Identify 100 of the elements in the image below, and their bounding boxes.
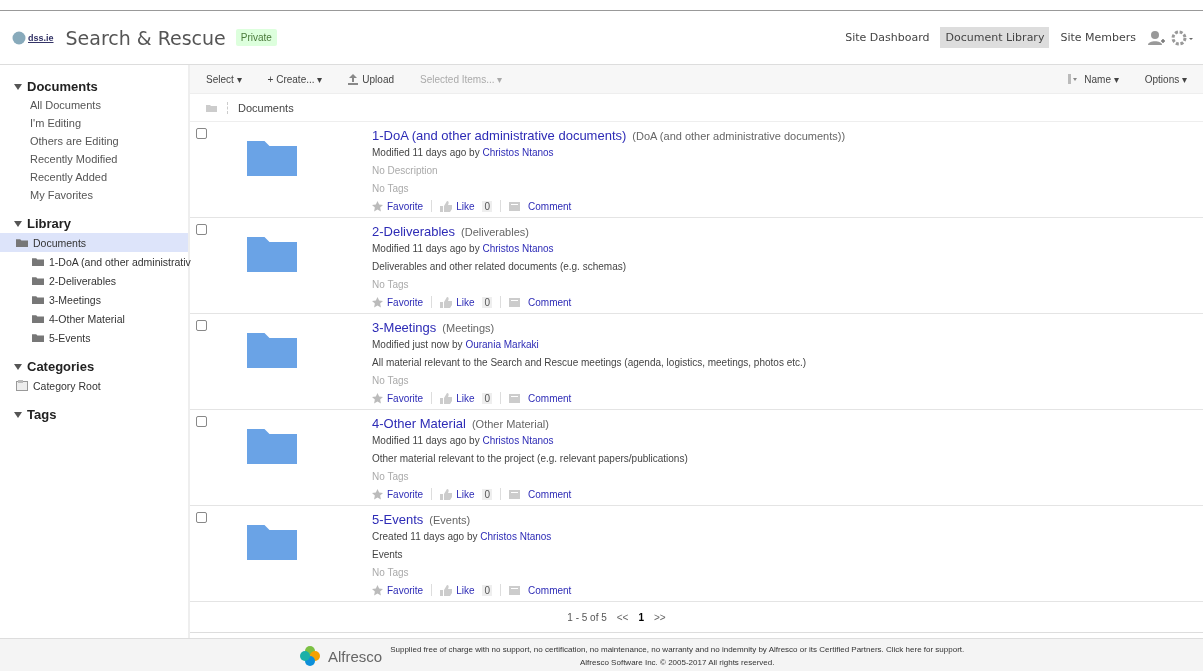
favorite-link[interactable]: Favorite [387, 488, 424, 500]
like-count: 0 [482, 392, 493, 404]
star-icon [372, 584, 383, 596]
favorite-link[interactable]: Favorite [387, 392, 424, 404]
star-icon [372, 296, 383, 308]
folder-name-link[interactable]: 2-Deliverables [372, 224, 456, 239]
sidebar-link[interactable]: All Documents [0, 96, 188, 114]
like-link[interactable]: Like [456, 488, 475, 500]
favorite-link[interactable]: Favorite [387, 200, 424, 212]
comment-icon [509, 585, 521, 595]
folder-icon [32, 294, 44, 305]
row-checkbox[interactable] [196, 320, 207, 331]
row-checkbox[interactable] [196, 128, 207, 139]
toolbar-button[interactable]: Upload [348, 73, 395, 85]
sidebar-link[interactable]: Recently Modified [0, 150, 188, 168]
folder-tags: No Tags [372, 180, 846, 198]
support-notice[interactable]: Supplied free of charge with no support, no certification, no maintenance, no warranty and no indemnity by Alfresco or its Certified Partners. Click here for support. [390, 645, 965, 654]
toolbar-button[interactable]: Select ▾ [206, 73, 242, 85]
like-count: 0 [482, 584, 493, 596]
folder-tags: No Tags [372, 564, 572, 582]
next-page-link[interactable]: >> [654, 611, 666, 623]
visibility-badge: Private [235, 29, 277, 46]
folder-name-link[interactable]: 4-Other Material [372, 416, 466, 431]
user-link[interactable]: Christos Ntanos [480, 531, 552, 542]
user-add-icon[interactable] [1147, 29, 1165, 46]
collapse-triangle-icon[interactable] [14, 411, 22, 418]
like-link[interactable]: Like [456, 200, 475, 212]
modified-info: Modified 11 days ago by Christos Ntanos [372, 434, 555, 448]
section-header[interactable]: Library [0, 214, 188, 233]
sort-button[interactable]: Name ▾ [1084, 73, 1119, 85]
folder-name-link[interactable]: 1-DoA (and other administrative documents) [372, 128, 627, 143]
thumbs-up-icon [440, 392, 453, 404]
star-icon [372, 392, 383, 404]
nav-link[interactable]: Document Library [940, 27, 1050, 48]
favorite-link[interactable]: Favorite [387, 296, 424, 308]
section-header[interactable]: Tags [0, 405, 188, 424]
folder-title: (Meetings) [442, 322, 495, 334]
nav-link[interactable]: Site Members [1055, 27, 1141, 48]
user-link[interactable]: Christos Ntanos [482, 243, 554, 254]
options-button[interactable]: Options ▾ [1144, 73, 1187, 85]
tree-item[interactable]: 2-Deliverables [0, 271, 188, 290]
like-link[interactable]: Like [456, 584, 475, 596]
toolbar-button[interactable]: + Create... ▾ [267, 73, 323, 85]
collapse-triangle-icon[interactable] [14, 83, 22, 90]
sort-icon[interactable] [1068, 74, 1079, 84]
thumbs-up-icon [440, 296, 453, 308]
row-checkbox[interactable] [196, 416, 207, 427]
folder-title: (DoA (and other administrative documents)) [632, 130, 846, 142]
comment-icon [509, 393, 521, 403]
sidebar-link[interactable]: I'm Editing [0, 114, 188, 132]
site-title: Search & Rescue [65, 26, 226, 49]
comment-link[interactable]: Comment [528, 488, 572, 500]
like-link[interactable]: Like [456, 392, 475, 404]
modified-info: Created 11 days ago by Christos Ntanos [372, 530, 553, 544]
previous-page-link[interactable]: << [616, 611, 629, 623]
folder-name-link[interactable]: 5-Events [372, 512, 424, 527]
folder-icon [32, 332, 44, 343]
tree-item[interactable]: 5-Events [0, 328, 188, 347]
brand-name: Alfresco [328, 647, 383, 665]
upload-icon [348, 73, 359, 85]
section-header[interactable]: Categories [0, 357, 188, 376]
folder-tags: No Tags [372, 468, 688, 486]
settings-icon[interactable] [1171, 29, 1193, 46]
tree-item[interactable]: Documents [0, 233, 188, 252]
user-link[interactable]: Christos Ntanos [482, 435, 554, 446]
favorite-link[interactable]: Favorite [387, 584, 424, 596]
copyright-text: Alfresco Software Inc. © 2005-2017 All rights reserved. [580, 658, 775, 667]
user-link[interactable]: Christos Ntanos [482, 147, 554, 158]
user-link[interactable]: Ourania Markaki [465, 339, 539, 350]
thumbs-up-icon [440, 488, 453, 500]
folder-title: (Events) [429, 514, 471, 526]
collapse-triangle-icon[interactable] [14, 363, 22, 370]
folder-description: All material relevant to the Search and Rescue meetings (agenda, logistics, meetings, photos etc.) [372, 356, 807, 370]
site-logo[interactable]: dss.ie [12, 30, 54, 45]
comment-link[interactable]: Comment [528, 584, 572, 596]
nav-link[interactable]: Site Dashboard [840, 27, 935, 48]
breadcrumb[interactable]: Documents [227, 101, 294, 114]
globe-icon [12, 30, 26, 45]
pinwheel-logo-icon [300, 646, 320, 666]
folder-icon [32, 256, 44, 267]
sidebar-link[interactable]: Recently Added [0, 168, 188, 186]
thumbs-up-icon [440, 584, 453, 596]
tree-item[interactable]: 3-Meetings [0, 290, 188, 309]
modified-info: Modified 11 days ago by Christos Ntanos [372, 242, 555, 256]
sidebar-link[interactable]: Others are Editing [0, 132, 188, 150]
comment-link[interactable]: Comment [528, 296, 572, 308]
like-link[interactable]: Like [456, 296, 475, 308]
category-item[interactable]: Category Root [0, 376, 188, 395]
row-checkbox[interactable] [196, 512, 207, 523]
folder-description: Deliverables and other related documents (e.g. schemas) [372, 260, 627, 274]
comment-icon [509, 297, 521, 307]
page-link[interactable]: 1 [638, 611, 644, 623]
folder-name-link[interactable]: 3-Meetings [372, 320, 437, 335]
comment-link[interactable]: Comment [528, 392, 572, 404]
section-header[interactable]: Documents [0, 77, 188, 96]
row-checkbox[interactable] [196, 224, 207, 235]
sidebar-link[interactable]: My Favorites [0, 186, 188, 204]
tree-item[interactable]: 4-Other Material [0, 309, 188, 328]
comment-link[interactable]: Comment [528, 200, 572, 212]
collapse-triangle-icon[interactable] [14, 220, 22, 227]
